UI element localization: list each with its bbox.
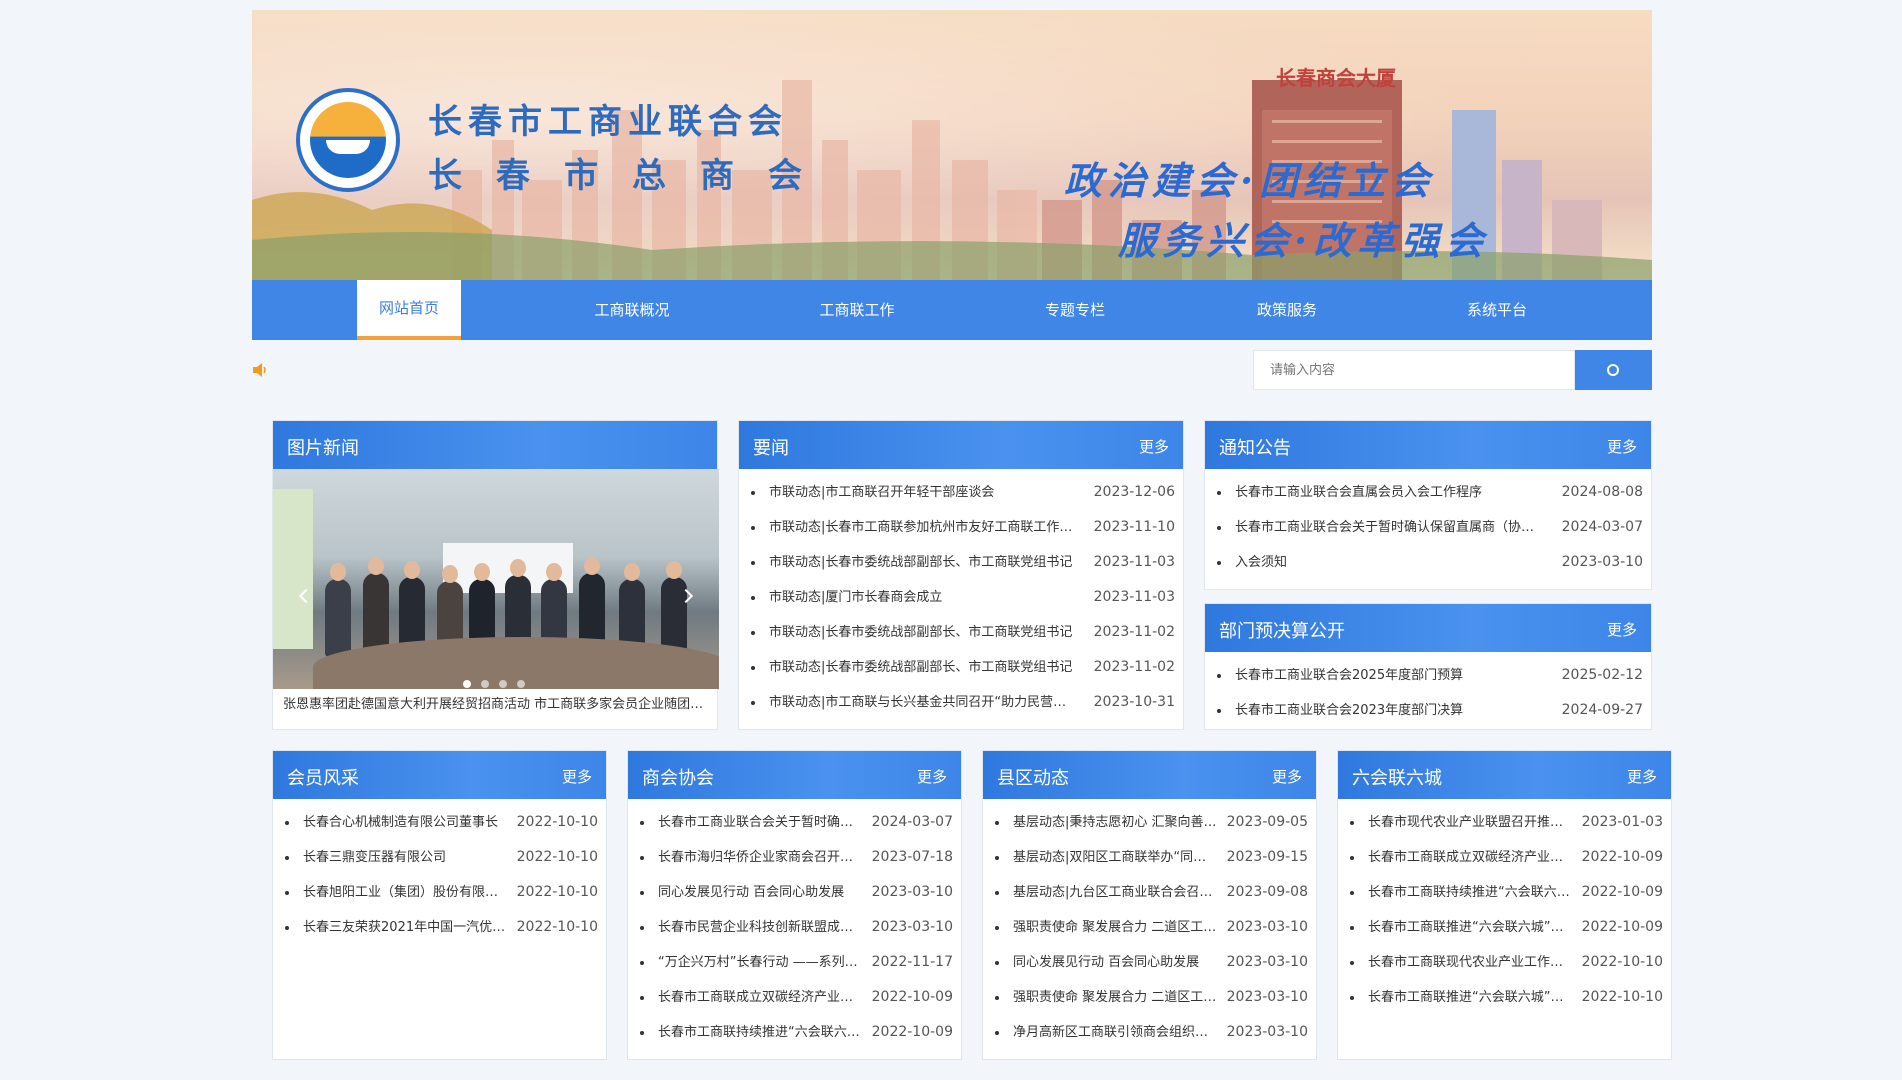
panel-title: 通知公告 xyxy=(1219,438,1291,459)
panel-header: 商会协会 更多 xyxy=(628,751,961,799)
county-panel: 县区动态 更多 基层动态|秉持志愿初心 汇聚向善力量 2023-09-05 基层动… xyxy=(982,750,1317,1060)
list-item[interactable]: 长春市工商联成立双碳经济产业联盟 2022-10-09 xyxy=(628,980,961,1015)
panel-title: 县区动态 xyxy=(997,768,1069,789)
panel-header: 会员风采 更多 xyxy=(273,751,606,799)
list-item[interactable]: 长春旭阳工业（集团）股份有限公司 2022-10-10 xyxy=(273,875,606,910)
list-item[interactable]: 长春市工商业联合会2025年度部门预算 2025-02-12 xyxy=(1205,658,1651,693)
list-item[interactable]: 基层动态|秉持志愿初心 汇聚向善力量 2023-09-05 xyxy=(983,805,1316,840)
list-item[interactable]: 长春市工商联推进“六会联六城”建设 2022-10-09 xyxy=(1338,910,1671,945)
list-item[interactable]: 市联动态|厦门市长春商会成立 2023-11-03 xyxy=(739,580,1183,615)
photo-caption[interactable]: 张恩惠率团赴德国意大利开展经贸招商活动 市工商联多家会员企业随团出访 xyxy=(283,693,713,712)
list-item[interactable]: 基层动态|九台区工商业联合会召开会议 2023-09-08 xyxy=(983,875,1316,910)
list-item[interactable]: 长春三友荣获2021年中国一汽优秀供应商2022-10-10 xyxy=(273,910,606,945)
org-name-line2: 长春市总商会 xyxy=(428,156,836,196)
list-item[interactable]: 强职责使命 聚发展合力 二道区工商联 2023-03-10 xyxy=(983,910,1316,945)
six-cities-panel: 六会联六城 更多 长春市现代农业产业联盟召开推进会 2023-01-03 长春市工… xyxy=(1337,750,1672,1060)
nav-item-work[interactable]: 工商联工作 xyxy=(797,280,917,340)
list-item[interactable]: 长春合心机械制造有限公司董事长 2022-10-10 xyxy=(273,805,606,840)
list-item[interactable]: 市联动态|长春市委统战部副部长、市工商联党组书记 2023-11-03 xyxy=(739,545,1183,580)
list-item[interactable]: 长春市现代农业产业联盟召开推进会 2023-01-03 xyxy=(1338,805,1671,840)
list-item[interactable]: 市联动态|长春市委统战部副部长、市工商联党组书记 2023-11-02 xyxy=(739,615,1183,650)
list-item[interactable]: 同心发展见行动 百会同心助发展 2023-03-10 xyxy=(983,945,1316,980)
panel-header: 六会联六城 更多 xyxy=(1338,751,1671,799)
notice-panel: 通知公告 更多 长春市工商业联合会直属会员入会工作程序 2024-08-08 长春… xyxy=(1204,420,1652,590)
list-item[interactable]: 长春市工商业联合会关于暂时确认保留 2024-03-07 xyxy=(628,805,961,840)
list-item[interactable]: 长春市工商联成立双碳经济产业联盟 2022-10-09 xyxy=(1338,840,1671,875)
list-item[interactable]: 长春市工商业联合会直属会员入会工作程序 2024-08-08 xyxy=(1205,475,1651,510)
list-item[interactable]: 强职责使命 聚发展合力 二道区工商联 2023-03-10 xyxy=(983,980,1316,1015)
list-item[interactable]: 市联动态|市工商联与长兴基金共同召开“助力民营经济” 2023-10-31 xyxy=(739,685,1183,720)
list-item[interactable]: 长春三鼎变压器有限公司 2022-10-10 xyxy=(273,840,606,875)
photo-news-panel: 图片新闻 张恩惠率团赴德国意大利开展经贸招商活动 市工商联多家会员企业随团出访 xyxy=(272,420,719,730)
speaker-icon[interactable] xyxy=(252,362,268,378)
members-panel: 会员风采 更多 长春合心机械制造有限公司董事长 2022-10-10 长春三鼎变压… xyxy=(272,750,607,1060)
list-item[interactable]: 长春市工商联持续推进“六会联六城” 2022-10-09 xyxy=(1338,875,1671,910)
list-item[interactable]: “万企兴万村”长春行动 ——系列活动 2022-11-17 xyxy=(628,945,961,980)
panel-title: 部门预决算公开 xyxy=(1219,621,1345,642)
budget-panel: 部门预决算公开 更多 长春市工商业联合会2025年度部门预算 2025-02-12… xyxy=(1204,603,1652,730)
main-nav: 网站首页 工商联概况 工商联工作 专题专栏 政策服务 系统平台 xyxy=(252,280,1652,340)
more-link[interactable]: 更多 xyxy=(1139,436,1169,457)
more-link[interactable]: 更多 xyxy=(1272,766,1302,787)
building-sign: 长春商会大厦 xyxy=(1276,66,1396,90)
slogan-line1: 政治建会·团结立会 xyxy=(1064,158,1436,203)
header-banner: 长春商会大厦 长春市工商业联合会 长春市总商会 政治建会·团结立会 服务兴会·改… xyxy=(252,10,1652,280)
more-link[interactable]: 更多 xyxy=(1627,766,1657,787)
search-icon xyxy=(1607,364,1619,376)
list-item[interactable]: 市联动态|长春市委统战部副部长、市工商联党组书记 2023-11-02 xyxy=(739,650,1183,685)
nav-item-overview[interactable]: 工商联概况 xyxy=(572,280,692,340)
more-link[interactable]: 更多 xyxy=(1607,436,1637,457)
panel-title: 商会协会 xyxy=(642,768,714,789)
search-button[interactable] xyxy=(1575,350,1652,390)
list-item[interactable]: 市联动态|长春市工商联参加杭州市友好工商联工作交流 2023-11-10 xyxy=(739,510,1183,545)
panel-header: 要闻 更多 xyxy=(739,421,1183,469)
slogan-line2: 服务兴会·改革强会 xyxy=(1118,218,1490,263)
photo-news-slide[interactable] xyxy=(273,469,719,689)
panel-header: 县区动态 更多 xyxy=(983,751,1316,799)
list-item[interactable]: 基层动态|双阳区工商联举办“同心”活动 2023-09-15 xyxy=(983,840,1316,875)
chambers-panel: 商会协会 更多 长春市工商业联合会关于暂时确认保留 2024-03-07 长春市海… xyxy=(627,750,962,1060)
panel-header: 部门预决算公开 更多 xyxy=(1205,604,1651,652)
list-item[interactable]: 长春市工商联推进“六会联六城”工作 2022-10-10 xyxy=(1338,980,1671,1015)
nav-item-policy[interactable]: 政策服务 xyxy=(1232,280,1342,340)
list-item[interactable]: 长春市工商业联合会2023年度部门决算 2024-09-27 xyxy=(1205,693,1651,728)
slide-dots[interactable] xyxy=(463,673,535,689)
nav-item-topics[interactable]: 专题专栏 xyxy=(1020,280,1130,340)
panel-header: 通知公告 更多 xyxy=(1205,421,1651,469)
news-panel: 要闻 更多 市联动态|市工商联召开年轻干部座谈会 2023-12-06 市联动态|… xyxy=(738,420,1184,730)
list-item[interactable]: 长春市工商联现代农业产业工作推进会 2022-10-10 xyxy=(1338,945,1671,980)
panel-title: 图片新闻 xyxy=(287,438,359,459)
list-item[interactable]: 长春市工商业联合会关于暂时确认保留直属商（协）会 2024-03-07 xyxy=(1205,510,1651,545)
list-item[interactable]: 长春市民营企业科技创新联盟成立大会 2023-03-10 xyxy=(628,910,961,945)
panel-title: 要闻 xyxy=(753,438,789,459)
panel-header: 图片新闻 xyxy=(273,421,717,469)
more-link[interactable]: 更多 xyxy=(1607,619,1637,640)
panel-title: 会员风采 xyxy=(287,768,359,789)
search-input[interactable] xyxy=(1253,350,1575,390)
list-item[interactable]: 长春市海归华侨企业家商会召开会议 2023-07-18 xyxy=(628,840,961,875)
list-item[interactable]: 市联动态|市工商联召开年轻干部座谈会 2023-12-06 xyxy=(739,475,1183,510)
logo-emblem-icon xyxy=(296,88,400,192)
list-item[interactable]: 长春市工商联持续推进“六会联六城” 2022-10-09 xyxy=(628,1015,961,1050)
list-item[interactable]: 净月高新区工商联引领商会组织发展 2023-03-10 xyxy=(983,1015,1316,1050)
more-link[interactable]: 更多 xyxy=(917,766,947,787)
nav-item-home[interactable]: 网站首页 xyxy=(357,280,461,340)
list-item[interactable]: 同心发展见行动 百会同心助发展 2023-03-10 xyxy=(628,875,961,910)
panel-title: 六会联六城 xyxy=(1352,768,1442,789)
org-name-line1: 长春市工商业联合会 xyxy=(428,102,788,142)
tools-row xyxy=(252,350,1652,390)
more-link[interactable]: 更多 xyxy=(562,766,592,787)
list-item[interactable]: 入会须知 2023-03-10 xyxy=(1205,545,1651,580)
nav-item-platform[interactable]: 系统平台 xyxy=(1442,280,1552,340)
